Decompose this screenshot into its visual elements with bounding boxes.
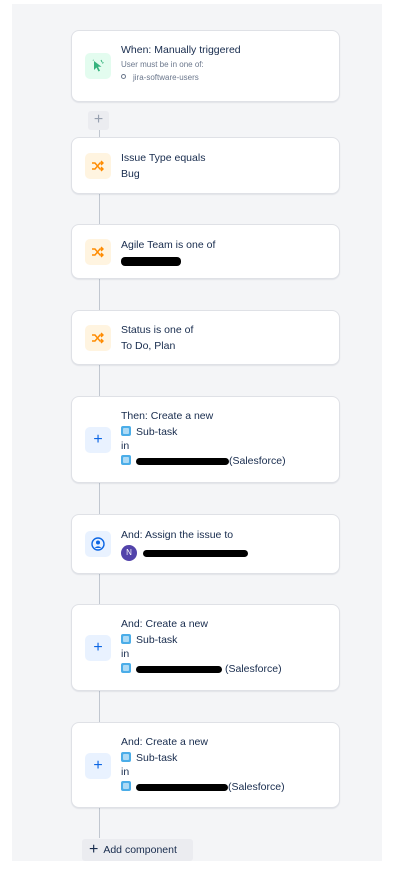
condition-label: Status is one of: [121, 324, 194, 336]
bullet-icon: [121, 74, 126, 79]
branch-icon: [85, 239, 111, 265]
project-suffix: (Salesforce): [228, 781, 285, 793]
subtask-icon: [121, 634, 131, 644]
trigger-group: jira-software-users: [133, 73, 199, 82]
condition-card[interactable]: Agile Team is one of: [71, 224, 340, 279]
assignee-avatar: N: [121, 545, 137, 562]
action-card[interactable]: And: Assign the issue to N: [71, 514, 340, 574]
trigger-title: When: Manually triggered: [121, 44, 241, 56]
subtask-icon: [121, 752, 131, 762]
project-icon: [121, 663, 131, 673]
redacted-assignee: [143, 549, 248, 557]
trigger-note: User must be in one of:: [121, 60, 204, 69]
redacted-project: [136, 783, 228, 791]
plus-icon: +: [85, 635, 111, 661]
issue-type: Sub-task: [136, 426, 178, 438]
action-card[interactable]: + Then: Create a new Sub-task in (Salesf…: [71, 396, 340, 483]
subtask-icon: [121, 426, 131, 436]
issue-type: Sub-task: [136, 752, 178, 764]
redacted-project: [136, 665, 222, 673]
action-title: And: Create a new: [121, 736, 208, 748]
project-suffix: (Salesforce): [225, 663, 282, 675]
person-circle-icon: [85, 531, 111, 557]
action-card[interactable]: + And: Create a new Sub-task in (Salesfo…: [71, 722, 340, 808]
condition-card[interactable]: Issue Type equals Bug: [71, 137, 340, 194]
plus-icon: +: [89, 841, 99, 858]
cursor-click-icon: [85, 53, 111, 79]
issue-type: Sub-task: [136, 634, 178, 646]
action-title: And: Assign the issue to: [121, 529, 234, 541]
add-step-button[interactable]: +: [88, 111, 109, 130]
redacted-value: [121, 256, 181, 266]
action-title: Then: Create a new: [121, 410, 214, 422]
project-icon: [121, 781, 131, 791]
condition-label: Agile Team is one of: [121, 239, 216, 251]
branch-icon: [85, 325, 111, 351]
add-component-button[interactable]: + Add component: [82, 839, 193, 861]
project-icon: [121, 455, 131, 465]
in-label: in: [121, 766, 130, 778]
in-label: in: [121, 648, 130, 660]
condition-value: Bug: [121, 168, 140, 180]
action-card[interactable]: + And: Create a new Sub-task in (Salesfo…: [71, 604, 340, 691]
project-suffix: (Salesforce): [229, 455, 286, 467]
condition-value: To Do, Plan: [121, 340, 176, 352]
trigger-card[interactable]: When: Manually triggered User must be in…: [71, 30, 340, 102]
add-component-label: Add component: [103, 844, 177, 856]
condition-card[interactable]: Status is one of To Do, Plan: [71, 310, 340, 365]
branch-icon: [85, 153, 111, 179]
plus-icon: +: [85, 753, 111, 779]
action-title: And: Create a new: [121, 618, 208, 630]
in-label: in: [121, 440, 130, 452]
plus-icon: +: [85, 427, 111, 453]
redacted-project: [136, 457, 229, 465]
condition-label: Issue Type equals: [121, 152, 206, 164]
